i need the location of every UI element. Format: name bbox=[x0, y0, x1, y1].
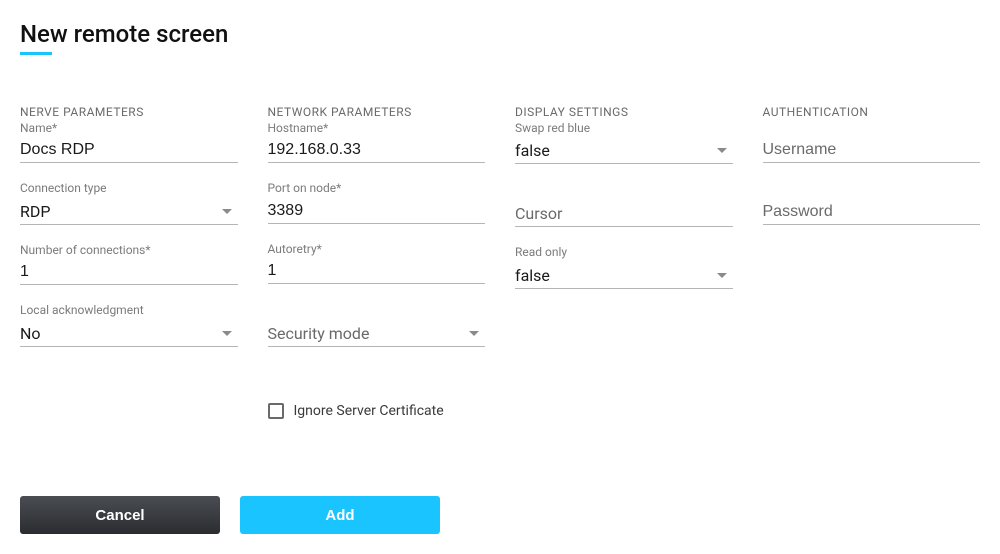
cancel-button[interactable]: Cancel bbox=[20, 496, 220, 534]
chevron-down-icon bbox=[469, 331, 479, 336]
security-mode-placeholder: Security mode bbox=[268, 324, 370, 343]
swap-label: Swap red blue bbox=[515, 121, 733, 135]
nerve-heading: NERVE PARAMETERS bbox=[20, 105, 238, 119]
ignore-cert-row[interactable]: Ignore Server Certificate bbox=[268, 403, 486, 419]
port-label: Port on node* bbox=[268, 181, 486, 195]
port-field: Port on node* bbox=[268, 181, 486, 223]
local-ack-select[interactable]: No bbox=[20, 320, 238, 347]
cursor-field: Cursor bbox=[515, 200, 733, 227]
chevron-down-icon bbox=[222, 331, 232, 336]
form-columns: NERVE PARAMETERS Name* Connection type R… bbox=[20, 105, 980, 419]
security-mode-select[interactable]: Security mode bbox=[268, 320, 486, 347]
local-ack-label: Local acknowledgment bbox=[20, 303, 238, 317]
username-field: AUTHENTICATION . bbox=[763, 105, 981, 163]
password-input[interactable] bbox=[763, 199, 981, 225]
password-field bbox=[763, 199, 981, 225]
connection-type-select[interactable]: RDP bbox=[20, 198, 238, 225]
hostname-field: NETWORK PARAMETERS Hostname* bbox=[268, 105, 486, 163]
readonly-select[interactable]: false bbox=[515, 262, 733, 289]
connection-type-field: Connection type RDP bbox=[20, 181, 238, 224]
local-ack-value: No bbox=[20, 324, 41, 343]
nerve-column: NERVE PARAMETERS Name* Connection type R… bbox=[20, 105, 238, 419]
page-title: New remote screen bbox=[20, 20, 228, 48]
num-connections-field: Number of connections* bbox=[20, 243, 238, 285]
chevron-down-icon bbox=[222, 209, 232, 214]
autoretry-label: Autoretry* bbox=[268, 242, 486, 256]
name-label: Name* bbox=[20, 121, 238, 135]
security-mode-field: Security mode bbox=[268, 320, 486, 347]
cursor-placeholder: Cursor bbox=[515, 204, 562, 223]
connection-type-label: Connection type bbox=[20, 181, 238, 195]
readonly-label: Read only bbox=[515, 245, 733, 259]
ignore-cert-label: Ignore Server Certificate bbox=[294, 403, 444, 419]
button-row: Cancel Add bbox=[20, 496, 440, 534]
local-ack-field: Local acknowledgment No bbox=[20, 303, 238, 346]
cursor-select[interactable]: Cursor bbox=[515, 200, 733, 227]
auth-column: AUTHENTICATION . bbox=[763, 105, 981, 419]
title-underline-accent bbox=[20, 52, 52, 55]
network-heading: NETWORK PARAMETERS bbox=[268, 105, 486, 119]
ignore-cert-checkbox[interactable] bbox=[268, 403, 284, 419]
port-input[interactable] bbox=[268, 198, 486, 224]
network-column: NETWORK PARAMETERS Hostname* Port on nod… bbox=[268, 105, 486, 419]
swap-value: false bbox=[515, 141, 550, 160]
num-connections-label: Number of connections* bbox=[20, 243, 238, 257]
chevron-down-icon bbox=[717, 273, 727, 278]
display-column: DISPLAY SETTINGS Swap red blue false Cur… bbox=[515, 105, 733, 419]
hostname-label: Hostname* bbox=[268, 121, 486, 135]
chevron-down-icon bbox=[717, 148, 727, 153]
auth-heading: AUTHENTICATION bbox=[763, 105, 981, 119]
display-heading: DISPLAY SETTINGS bbox=[515, 105, 733, 119]
add-button[interactable]: Add bbox=[240, 496, 440, 534]
num-connections-input[interactable] bbox=[20, 259, 238, 285]
readonly-field: Read only false bbox=[515, 245, 733, 288]
swap-select[interactable]: false bbox=[515, 137, 733, 164]
autoretry-input[interactable] bbox=[268, 258, 486, 284]
swap-field: DISPLAY SETTINGS Swap red blue false bbox=[515, 105, 733, 164]
name-input[interactable] bbox=[20, 137, 238, 163]
readonly-value: false bbox=[515, 266, 550, 285]
name-field: NERVE PARAMETERS Name* bbox=[20, 105, 238, 163]
connection-type-value: RDP bbox=[20, 202, 50, 221]
username-input[interactable] bbox=[763, 137, 981, 163]
hostname-input[interactable] bbox=[268, 137, 486, 163]
autoretry-field: Autoretry* bbox=[268, 242, 486, 284]
